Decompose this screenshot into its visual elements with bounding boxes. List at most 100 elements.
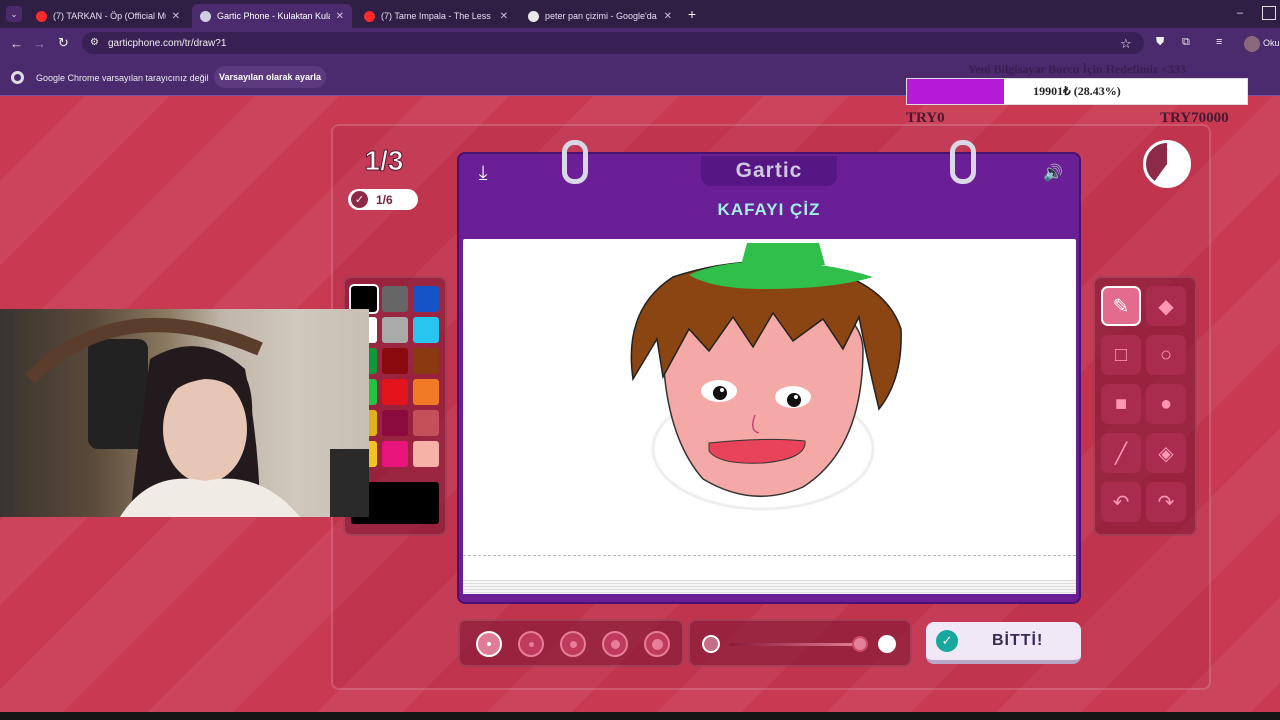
rectangle-filled-tool-button[interactable]: ■ — [1101, 384, 1141, 424]
eraser-tool-button[interactable]: ◆ — [1146, 286, 1186, 326]
tab-favicon-icon — [200, 10, 211, 22]
color-swatch[interactable] — [413, 348, 439, 374]
sound-icon[interactable]: 🔊 — [1040, 160, 1066, 186]
donation-progress-bar: 19901₺ (28.43%) — [906, 78, 1248, 105]
reload-icon[interactable]: ↻ — [58, 35, 69, 51]
check-icon: ✓ — [351, 191, 368, 208]
tab-close-icon[interactable]: ✕ — [336, 11, 344, 22]
media-control-icon[interactable]: ≡ — [1216, 36, 1222, 48]
extensions-puzzle-icon[interactable]: ⧉ — [1182, 36, 1190, 49]
tab-favicon-icon — [36, 10, 47, 22]
timer-clock — [1143, 140, 1191, 188]
site-info-icon[interactable]: ⚙ — [90, 37, 99, 48]
drawing-canvas[interactable] — [463, 239, 1076, 592]
maximize-icon[interactable] — [1262, 6, 1276, 20]
binder-ring-right — [950, 140, 976, 184]
new-tab-button[interactable]: + — [684, 6, 700, 22]
color-swatch[interactable] — [413, 441, 439, 467]
opacity-slider-panel — [688, 619, 912, 667]
brush-size-option[interactable] — [644, 631, 670, 657]
rectangle-outline-tool-button[interactable]: □ — [1101, 335, 1141, 375]
color-swatch[interactable] — [382, 410, 408, 436]
color-swatch[interactable] — [382, 286, 408, 312]
forward-icon[interactable]: → — [33, 36, 46, 51]
opacity-track[interactable] — [730, 643, 860, 646]
donation-max-label: TRY70000 — [1160, 110, 1229, 126]
redo-tool-button[interactable]: ↷ — [1146, 482, 1186, 522]
turn-counter: 1/3 — [364, 145, 404, 177]
profile-avatar[interactable] — [1244, 36, 1260, 52]
opacity-high-icon — [878, 635, 896, 653]
back-icon[interactable]: ← — [10, 36, 23, 51]
rectangle-filled-icon: ■ — [1114, 392, 1128, 415]
color-swatch[interactable] — [382, 317, 408, 343]
tab-favicon-icon — [528, 10, 539, 22]
browser-tab[interactable]: peter pan çizimi - Google'da Ar ✕ — [520, 4, 680, 28]
brush-size-option[interactable] — [560, 631, 586, 657]
card-page-edges — [463, 580, 1076, 594]
color-swatch[interactable] — [382, 348, 408, 374]
tab-title: Gartic Phone - Kulaktan Kulağa — [217, 11, 330, 21]
opacity-low-icon — [702, 635, 720, 653]
rectangle-outline-icon: □ — [1114, 343, 1128, 366]
url-text: garticphone.com/tr/draw?1 — [108, 38, 227, 49]
address-bar[interactable]: ⚙ garticphone.com/tr/draw?1 — [82, 32, 1144, 54]
opacity-thumb[interactable] — [852, 636, 868, 652]
brush-size-option[interactable] — [602, 631, 628, 657]
tab-title: peter pan çizimi - Google'da Ar — [545, 11, 658, 21]
profile-label[interactable]: Okul — [1263, 38, 1280, 48]
bookmark-star-icon[interactable]: ☆ — [1120, 36, 1132, 52]
tab-close-icon[interactable]: ✕ — [500, 11, 508, 22]
binder-ring-left — [562, 140, 588, 184]
screen-bottom-edge — [0, 712, 1280, 720]
step-badge: ✓ 1/6 — [348, 189, 418, 210]
browser-tab[interactable]: (7) TARKAN - Öp (Official Music ✕ — [28, 4, 188, 28]
eraser-icon: ◆ — [1158, 295, 1174, 318]
shield-extension-icon[interactable]: ⛊ — [1156, 36, 1164, 49]
ellipse-filled-tool-button[interactable]: ● — [1146, 384, 1186, 424]
line-icon: ╱ — [1114, 442, 1128, 465]
tab-close-icon[interactable]: ✕ — [172, 11, 180, 22]
infobar-message: Google Chrome varsayılan tarayıcınız değ… — [36, 73, 209, 83]
donation-amount: 19901₺ (28.43%) — [1033, 84, 1121, 98]
color-swatch[interactable] — [413, 379, 439, 405]
donation-min-label: TRY0 — [906, 110, 945, 126]
set-default-button[interactable]: Varsayılan olarak ayarla — [214, 66, 326, 88]
brush-size-option[interactable] — [476, 631, 502, 657]
tab-title: (7) TARKAN - Öp (Official Music — [53, 11, 166, 21]
tab-close-icon[interactable]: ✕ — [664, 11, 672, 22]
drawing-sketch — [630, 243, 902, 511]
ellipse-outline-tool-button[interactable]: ○ — [1146, 335, 1186, 375]
check-icon: ✓ — [936, 630, 958, 652]
undo-tool-button[interactable]: ↶ — [1101, 482, 1141, 522]
color-swatch[interactable] — [382, 379, 408, 405]
gartic-logo: Gartic — [701, 156, 837, 186]
color-swatch[interactable] — [382, 441, 408, 467]
done-button[interactable]: ✓ BİTTİ! — [926, 622, 1081, 664]
minimize-icon[interactable]: – — [1232, 6, 1248, 20]
drawing-tools: ✎ ◆ □ ○ ■ ● ╱ ◈ ↶ ↷ — [1093, 276, 1197, 536]
pencil-icon: ✎ — [1112, 295, 1130, 318]
chrome-logo-icon — [11, 71, 24, 84]
brush-size-option[interactable] — [518, 631, 544, 657]
webcam-overlay — [0, 309, 369, 517]
color-swatch[interactable] — [413, 317, 439, 343]
tab-favicon-icon — [364, 10, 375, 22]
redo-icon: ↷ — [1157, 491, 1175, 514]
color-swatch[interactable] — [413, 410, 439, 436]
fill-bucket-tool-button[interactable]: ◈ — [1146, 433, 1186, 473]
step-value: 1/6 — [376, 192, 393, 207]
donation-goal-title: Yeni Bilgisayar Borcu İçin Hedefimiz <33… — [967, 62, 1187, 76]
tab-search-icon[interactable]: ⌄ — [6, 6, 22, 22]
line-tool-button[interactable]: ╱ — [1101, 433, 1141, 473]
pencil-tool-button[interactable]: ✎ — [1101, 286, 1141, 326]
browser-tab[interactable]: (7) Tame Impala - The Less I Kn ✕ — [356, 4, 516, 28]
download-icon[interactable]: ⤓ — [470, 160, 496, 186]
fill-bucket-icon: ◈ — [1158, 442, 1174, 465]
canvas-guide-line — [463, 555, 1076, 556]
webcam-person — [25, 318, 369, 517]
brush-size-selector — [458, 619, 684, 667]
browser-tab[interactable]: Gartic Phone - Kulaktan Kulağa ✕ — [192, 4, 352, 28]
color-swatch[interactable] — [413, 286, 439, 312]
done-label: BİTTİ! — [992, 632, 1044, 649]
